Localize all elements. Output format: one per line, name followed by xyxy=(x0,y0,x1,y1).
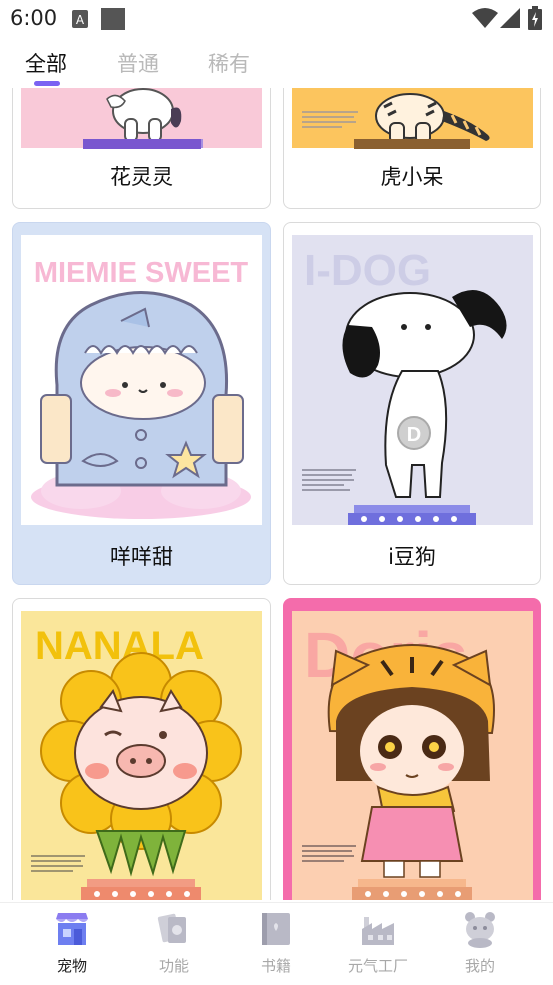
pet-card-hualingling[interactable]: 花灵灵 xyxy=(12,88,271,209)
battery-icon xyxy=(528,6,542,30)
book-icon xyxy=(262,913,290,945)
pet-name: 虎小呆 xyxy=(380,165,444,189)
tab-normal[interactable]: 普通 xyxy=(117,48,159,78)
nav-item-pets[interactable]: 宠物 xyxy=(27,903,117,985)
pet-poster-idog: I-DOG D xyxy=(292,235,533,525)
svg-text:A: A xyxy=(76,13,85,27)
pet-card-miemie[interactable]: MIEMIE SWEET 咩咩甜 xyxy=(12,222,271,585)
doris-illustration: Doris xyxy=(302,619,495,900)
poster-title: I-DOG xyxy=(304,246,431,295)
pet-grid[interactable]: 花灵灵 虎小呆 MIEMIE SWEET 咩咩甜 I-DOG D i豆狗 NAN… xyxy=(0,88,553,900)
pet-name: i豆狗 xyxy=(388,545,436,569)
bottom-navigation: 宠物 功能 书籍 元气工厂 我的 xyxy=(0,902,553,985)
factory-icon xyxy=(362,917,394,945)
profile-icon xyxy=(465,912,495,948)
tab-all[interactable]: 全部 xyxy=(25,48,67,78)
nav-label: 我的 xyxy=(464,957,495,975)
cards-icon xyxy=(157,913,186,943)
tab-indicator xyxy=(34,81,60,86)
pet-card-doris[interactable]: Doris xyxy=(283,598,541,900)
nav-item-features[interactable]: 功能 xyxy=(129,903,219,985)
nanala-illustration: NANALA xyxy=(31,624,242,900)
nav-label: 功能 xyxy=(158,957,189,975)
nav-label: 元气工厂 xyxy=(347,957,408,975)
status-bar: 6:00 A xyxy=(0,0,553,38)
nav-item-factory[interactable]: 元气工厂 xyxy=(333,903,423,985)
tab-rare[interactable]: 稀有 xyxy=(208,48,250,78)
pet-poster-nanala: NANALA xyxy=(21,611,262,900)
miemie-illustration: MIEMIE SWEET xyxy=(31,257,251,519)
notification-square-icon xyxy=(101,8,125,30)
signal-icon xyxy=(500,8,520,28)
category-tabs: 全部 普通 稀有 xyxy=(0,38,553,88)
pet-card-idog[interactable]: I-DOG D i豆狗 xyxy=(283,222,541,585)
pet-poster-doris: Doris xyxy=(292,611,533,900)
idog-illustration: I-DOG D xyxy=(302,246,507,525)
idog-badge: D xyxy=(407,424,421,446)
pet-card-nanala[interactable]: NANALA xyxy=(12,598,271,900)
pet-name: 咩咩甜 xyxy=(110,545,173,569)
pet-name: 花灵灵 xyxy=(110,165,173,189)
poster-title: MIEMIE SWEET xyxy=(34,257,249,289)
nav-label: 宠物 xyxy=(56,957,87,975)
status-time: 6:00 xyxy=(10,6,58,30)
nav-label: 书籍 xyxy=(260,957,291,975)
pet-card-huxiaodai[interactable]: 虎小呆 xyxy=(283,88,541,209)
pet-poster-miemie: MIEMIE SWEET xyxy=(21,235,262,525)
wifi-icon xyxy=(472,8,498,28)
nav-item-books[interactable]: 书籍 xyxy=(231,903,321,985)
accessibility-icon: A xyxy=(72,10,88,28)
pet-shop-icon xyxy=(56,913,88,945)
nav-item-profile[interactable]: 我的 xyxy=(435,903,525,985)
